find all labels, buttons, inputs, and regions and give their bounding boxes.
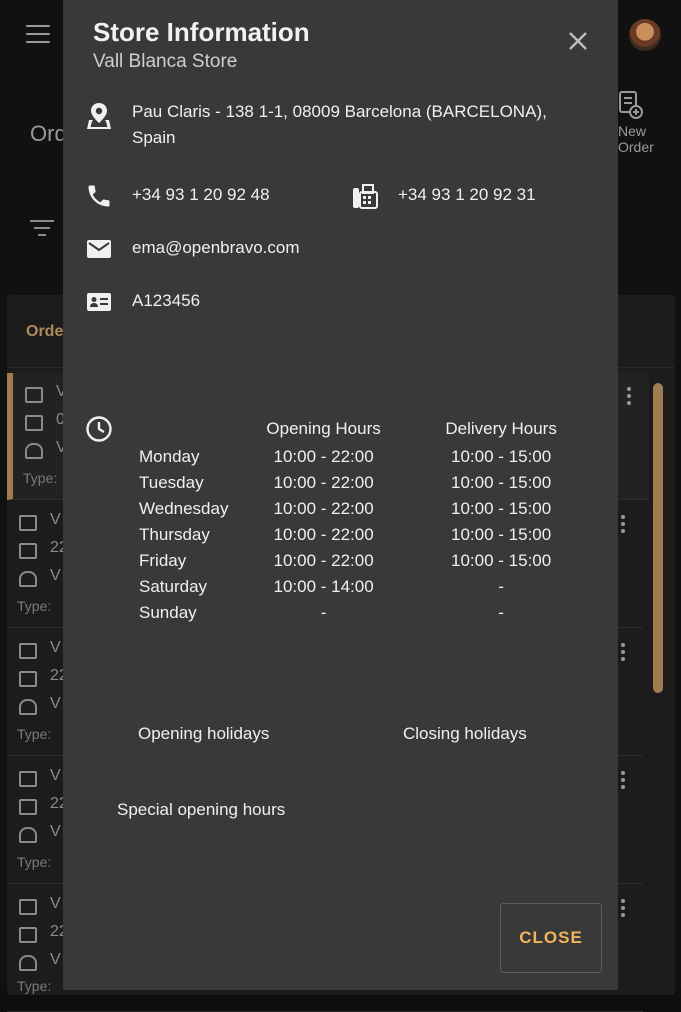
receipt-icon [19, 771, 37, 787]
order-row-type: Type: [17, 726, 52, 742]
hours-delivery: 10:00 - 15:00 [451, 499, 552, 518]
hours-day: Tuesday [139, 473, 204, 492]
hours-opening: 10:00 - 22:00 [273, 447, 374, 466]
hours-opening: 10:00 - 22:00 [273, 525, 374, 544]
hours-row: Wednesday 10:00 - 22:00 10:00 - 15:00 [139, 496, 618, 522]
more-options-icon[interactable] [621, 899, 625, 920]
hours-opening: 10:00 - 22:00 [273, 499, 374, 518]
id-card-icon [85, 288, 113, 316]
hours-row: Sunday - - [139, 600, 618, 626]
more-options-icon[interactable] [621, 515, 625, 536]
hours-day: Wednesday [139, 499, 229, 518]
order-row-number: V [50, 639, 61, 656]
new-order-label: New Order [618, 123, 654, 155]
order-row-number: V [50, 511, 61, 528]
special-opening-hours-label: Special opening hours [117, 800, 286, 819]
hours-delivery: 10:00 - 15:00 [451, 525, 552, 544]
hours-row: Tuesday 10:00 - 22:00 10:00 - 15:00 [139, 470, 618, 496]
store-tax-id: A123456 [132, 291, 201, 310]
receipt-icon [19, 643, 37, 659]
order-row-type: Type: [23, 470, 58, 486]
order-row-type: Type: [17, 854, 52, 870]
list-scrollbar[interactable] [653, 383, 663, 693]
more-options-icon[interactable] [621, 771, 625, 792]
hours-opening: 10:00 - 14:00 [273, 577, 374, 596]
calendar-icon [25, 415, 43, 431]
order-row-customer: V [50, 823, 61, 840]
store-address: Pau Claris - 138 1-1, 08009 Barcelona (B… [132, 102, 547, 147]
hours-delivery: - [498, 577, 504, 596]
close-button[interactable]: CLOSE [500, 903, 602, 973]
order-row-customer: V [50, 695, 61, 712]
hours-delivery: 10:00 - 15:00 [451, 551, 552, 570]
order-row-type: Type: [17, 978, 52, 994]
calendar-icon [19, 671, 37, 687]
day-header [139, 414, 263, 444]
hours-opening: - [320, 603, 327, 622]
close-icon[interactable] [563, 26, 593, 56]
hours-row: Monday 10:00 - 22:00 10:00 - 15:00 [139, 444, 618, 470]
person-icon [19, 827, 37, 843]
hours-delivery: 10:00 - 15:00 [451, 473, 552, 492]
closing-holidays-label: Closing holidays [403, 724, 527, 743]
map-pin-icon [85, 101, 113, 129]
hours-row: Thursday 10:00 - 22:00 10:00 - 15:00 [139, 522, 618, 548]
avatar[interactable] [629, 19, 661, 51]
hours-opening: 10:00 - 22:00 [273, 551, 374, 570]
hours-delivery: 10:00 - 15:00 [451, 447, 552, 466]
clock-icon [85, 415, 113, 443]
order-row-type: Type: [17, 598, 52, 614]
order-row-number: V [50, 895, 61, 912]
hours-day: Saturday [139, 577, 208, 596]
email-icon [85, 235, 113, 263]
person-icon [19, 699, 37, 715]
receipt-icon [19, 515, 37, 531]
receipt-icon [19, 899, 37, 915]
hours-day: Sunday [139, 603, 197, 622]
fax-icon [351, 182, 379, 210]
opening-holidays-label: Opening holidays [138, 724, 270, 743]
order-row-customer: V [50, 567, 61, 584]
hours-delivery: - [498, 603, 504, 622]
opening-hours-header: Opening Hours [266, 419, 381, 438]
person-icon [19, 571, 37, 587]
store-phone: +34 93 1 20 92 48 [132, 185, 270, 204]
hours-day: Friday [139, 551, 187, 570]
dialog-title: Store Information [93, 17, 310, 47]
filter-icon[interactable] [30, 220, 54, 236]
store-name: Vall Blanca Store [93, 51, 238, 72]
more-options-icon[interactable] [621, 643, 625, 664]
menu-icon[interactable] [26, 25, 50, 43]
calendar-icon [19, 543, 37, 559]
hours-day: Thursday [139, 525, 210, 544]
new-order-icon [619, 91, 643, 119]
hours-opening: 10:00 - 22:00 [273, 473, 374, 492]
store-fax: +34 93 1 20 92 31 [398, 185, 536, 204]
more-options-icon[interactable] [627, 387, 631, 408]
hours-row: Saturday 10:00 - 14:00 - [139, 574, 618, 600]
phone-icon [85, 182, 113, 210]
order-row-customer: V [50, 951, 61, 968]
receipt-icon [25, 387, 43, 403]
calendar-icon [19, 799, 37, 815]
hours-day: Monday [139, 447, 200, 466]
person-icon [19, 955, 37, 971]
delivery-hours-header: Delivery Hours [445, 419, 557, 438]
hours-row: Friday 10:00 - 22:00 10:00 - 15:00 [139, 548, 618, 574]
store-email: ema@openbravo.com [132, 238, 300, 257]
store-information-dialog: Store Information Vall Blanca Store Pau … [63, 0, 618, 990]
hours-table: Opening Hours Delivery Hours Monday 10:0… [139, 414, 618, 626]
order-row-number: V [50, 767, 61, 784]
calendar-icon [19, 927, 37, 943]
hours-header-row: Opening Hours Delivery Hours [139, 414, 618, 444]
person-icon [25, 443, 43, 459]
